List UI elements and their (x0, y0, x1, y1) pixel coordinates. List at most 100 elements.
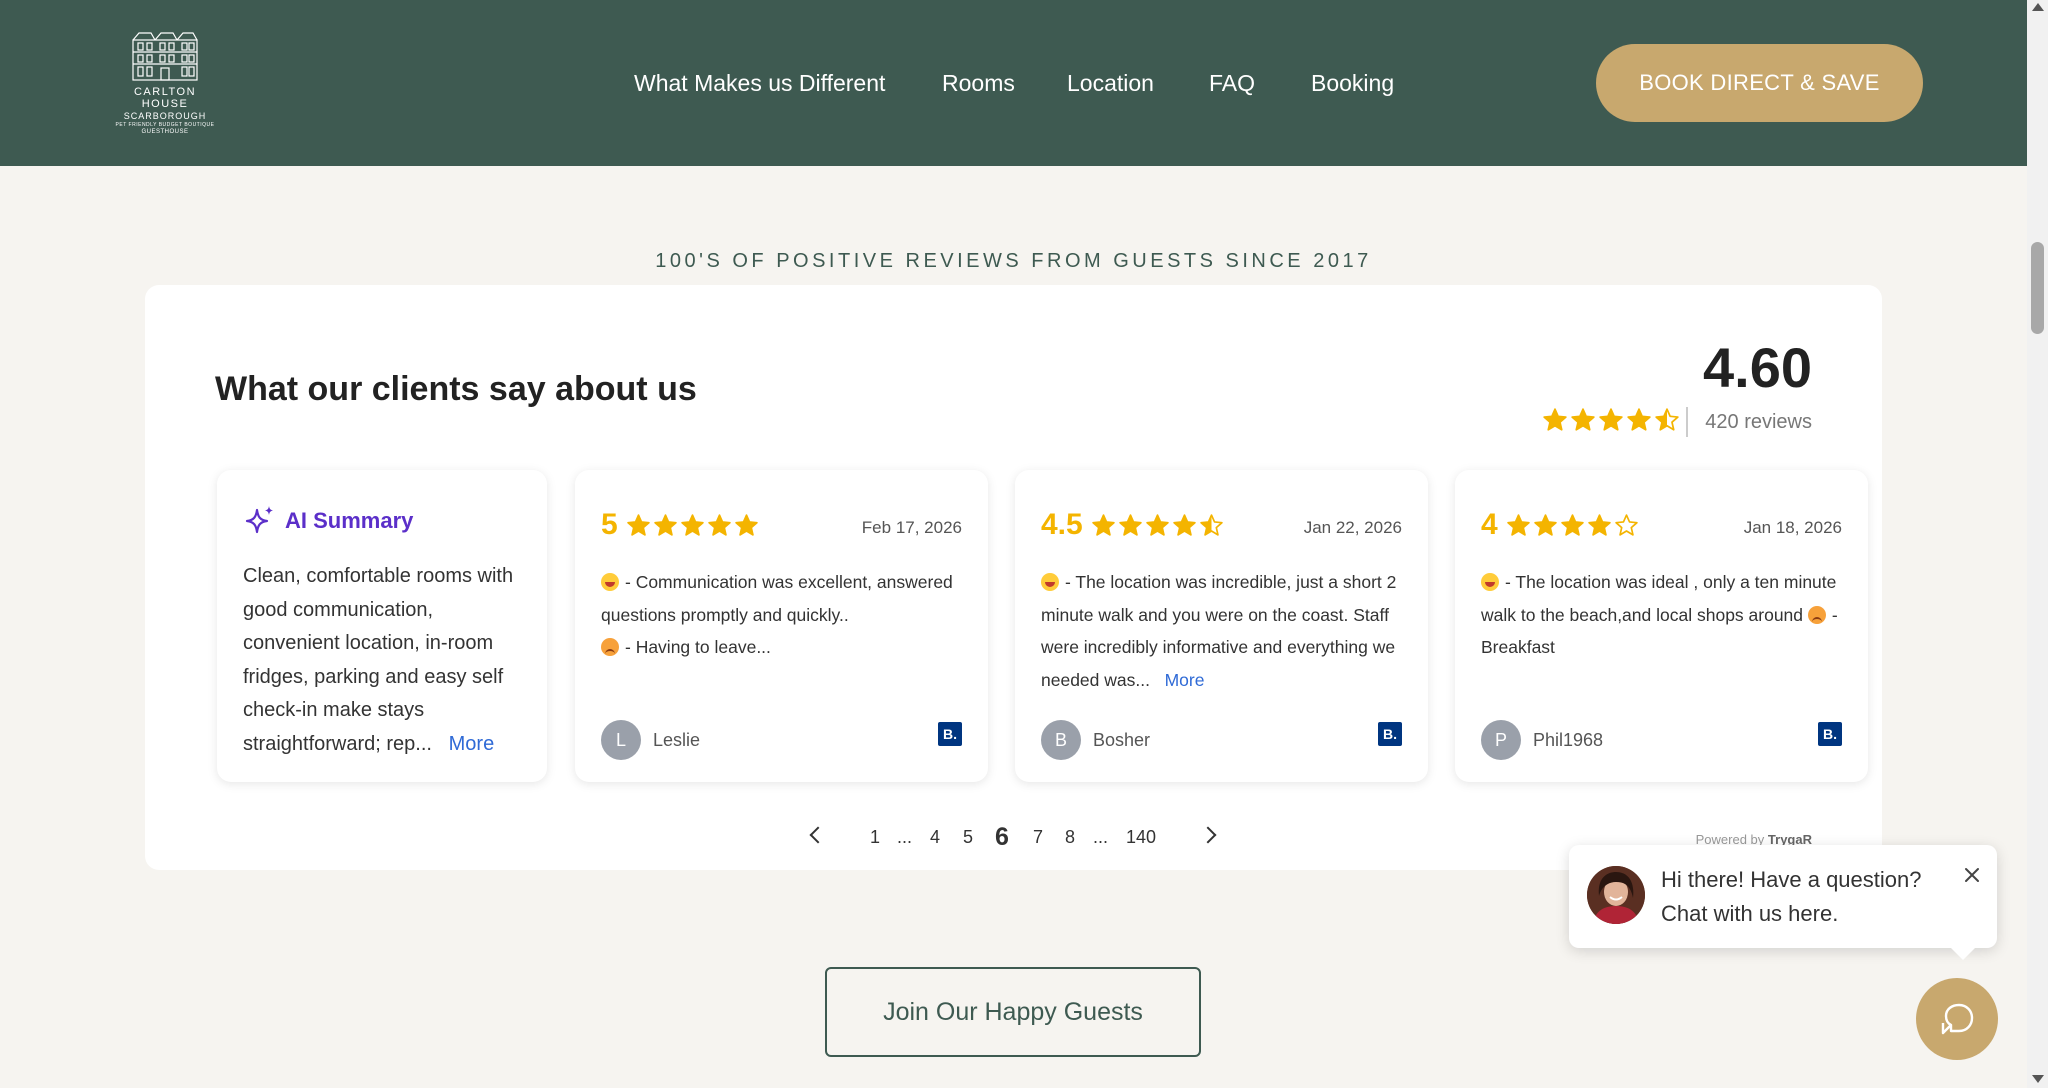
page-scrollbar[interactable] (2027, 0, 2048, 1088)
nav-rooms[interactable]: Rooms (942, 70, 1015, 97)
star-full-icon (1091, 513, 1115, 536)
sparkle-icon (245, 506, 273, 534)
booking-com-icon[interactable]: B. (1818, 722, 1842, 746)
nav-location[interactable]: Location (1067, 70, 1154, 97)
ai-summary-more-link[interactable]: More (449, 733, 495, 755)
star-full-icon (626, 513, 650, 536)
prev-page-chevron-icon[interactable] (809, 826, 827, 844)
reviewer-name: Phil1968 (1533, 730, 1604, 750)
ai-summary-title: AI Summary (285, 508, 414, 533)
review-rating: 5 (601, 508, 759, 542)
review-score: 4 (1481, 508, 1498, 541)
star-full-icon (1599, 408, 1623, 431)
chat-message: Hi there! Have a question? Chat with us … (1661, 867, 1922, 926)
page-6-current[interactable]: 6 (995, 823, 1009, 852)
ai-summary-body: Clean, comfortable rooms with good commu… (243, 565, 514, 755)
widget-title: What our clients say about us (215, 370, 697, 408)
page-1[interactable]: 1 (870, 827, 880, 848)
overall-score: 4.60 (1703, 336, 1812, 399)
reviews-widget: What our clients say about us 4.60 420 r… (145, 285, 1882, 870)
star-half-icon (1199, 513, 1223, 536)
happy-emoji-icon (1481, 573, 1499, 591)
sad-emoji-icon (1807, 605, 1826, 624)
nav-faq[interactable]: FAQ (1209, 70, 1255, 97)
page-8[interactable]: 8 (1065, 827, 1075, 848)
review-date: Jan 22, 2026 (1303, 518, 1402, 537)
star-empty-icon (1614, 513, 1638, 536)
star-full-icon (680, 513, 704, 536)
review-card-bosher: 4.5 Jan 22, 2026 - The location was incr… (1015, 470, 1428, 782)
happy-emoji-icon (1041, 573, 1059, 591)
agent-photo-icon (1587, 866, 1645, 924)
ai-summary-card: AI Summary Clean, comfortable rooms with… (217, 470, 547, 782)
star-full-icon (653, 513, 677, 536)
star-full-icon (1560, 513, 1584, 536)
scroll-thumb[interactable] (2031, 242, 2044, 334)
reviewer-avatar: B (1041, 720, 1081, 760)
review-text: - The location was ideal , only a ten mi… (1481, 566, 1841, 664)
site-header: CARLTON HOUSE SCARBOROUGH PET FRIENDLY B… (0, 0, 2027, 166)
close-icon[interactable] (1962, 865, 1982, 885)
chat-bubble-icon (1941, 1003, 1974, 1035)
ai-summary-text: Clean, comfortable rooms with good commu… (243, 560, 533, 761)
star-full-icon (734, 513, 758, 536)
review-negative: - Having to leave... (625, 637, 771, 657)
star-full-icon (1571, 408, 1595, 431)
page-140[interactable]: 140 (1126, 827, 1156, 848)
review-score: 4.5 (1041, 508, 1083, 541)
ai-summary-header: AI Summary (243, 504, 413, 538)
chat-launcher-button[interactable] (1916, 978, 1998, 1060)
review-card-leslie: 5 Feb 17, 2026 - Communication was excel… (575, 470, 988, 782)
review-more-link[interactable]: More (1165, 670, 1205, 690)
review-rating: 4.5 (1041, 508, 1224, 542)
review-rating: 4 (1481, 508, 1639, 542)
review-date: Jan 18, 2026 (1743, 518, 1842, 537)
page-4[interactable]: 4 (930, 827, 940, 848)
page-ellipsis: ... (897, 827, 913, 847)
site-logo[interactable]: CARLTON HOUSE SCARBOROUGH PET FRIENDLY B… (110, 30, 220, 136)
rating-divider (1686, 407, 1688, 437)
book-direct-button[interactable]: BOOK DIRECT & SAVE (1596, 44, 1923, 122)
logo-type: GUESTHOUSE (141, 129, 189, 135)
next-page-chevron-icon[interactable] (1199, 826, 1217, 844)
section-heading: 100'S OF POSITIVE REVIEWS FROM GUESTS SI… (655, 250, 1372, 272)
booking-com-icon[interactable]: B. (938, 722, 962, 746)
chat-agent-avatar (1587, 866, 1645, 924)
chat-popup[interactable]: Hi there! Have a question? Chat with us … (1569, 845, 1997, 960)
review-stars (1091, 513, 1224, 538)
review-stars (626, 513, 759, 538)
reviewer-avatar: P (1481, 720, 1521, 760)
happy-emoji-icon (601, 573, 619, 591)
scroll-down-arrow-icon[interactable] (2032, 1075, 2044, 1083)
sad-emoji-icon (601, 638, 619, 656)
star-full-icon (1587, 513, 1611, 536)
star-full-icon (1506, 513, 1530, 536)
reviews-count: 420 reviews (1705, 411, 1812, 433)
booking-com-icon[interactable]: B. (1378, 722, 1402, 746)
page-7[interactable]: 7 (1033, 827, 1043, 848)
star-full-icon (1118, 513, 1142, 536)
review-score: 5 (601, 508, 618, 541)
review-positive: - The location was incredible, just a sh… (1041, 572, 1397, 690)
reviewer-avatar: L (601, 720, 641, 760)
page-5[interactable]: 5 (963, 827, 973, 848)
review-card-phil1968: 4 Jan 18, 2026 - The location was ideal … (1455, 470, 1868, 782)
review-positive: - Communication was excellent, answered … (601, 572, 953, 625)
logo-tagline: PET FRIENDLY BUDGET BOUTIQUE (115, 122, 215, 128)
star-full-icon (1627, 408, 1651, 431)
nav-what-makes-us-different[interactable]: What Makes us Different (634, 70, 885, 97)
review-stars (1506, 513, 1639, 538)
star-half-icon (1655, 408, 1679, 431)
star-full-icon (1543, 408, 1567, 431)
reviewer-name: Leslie (653, 730, 701, 750)
building-logo-icon (132, 32, 198, 81)
star-full-icon (1172, 513, 1196, 536)
nav-booking[interactable]: Booking (1311, 70, 1394, 97)
review-date: Feb 17, 2026 (861, 518, 962, 537)
join-happy-guests-button[interactable]: Join Our Happy Guests (825, 967, 1201, 1057)
review-text: - Communication was excellent, answered … (601, 566, 961, 664)
scroll-up-arrow-icon[interactable] (2032, 3, 2044, 11)
logo-town: SCARBOROUGH (123, 111, 207, 121)
review-text: - The location was incredible, just a sh… (1041, 566, 1401, 696)
review-positive: - The location was ideal , only a ten mi… (1481, 572, 1837, 625)
